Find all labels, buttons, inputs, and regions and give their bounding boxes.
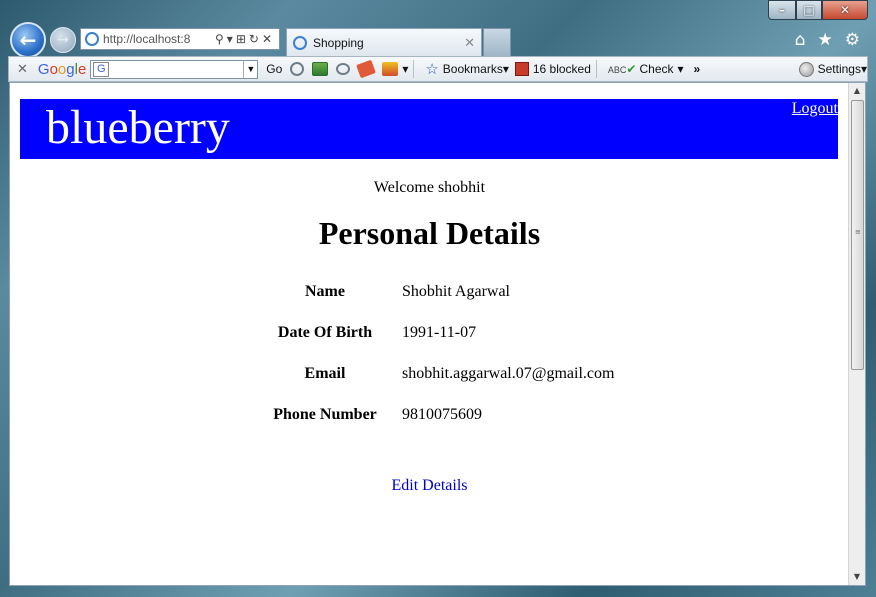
scrollbar-thumb[interactable]: ≡ [851, 100, 864, 370]
tab-shopping[interactable]: Shopping ✕ [286, 28, 482, 56]
detail-label: Name [305, 283, 345, 300]
toolbar-separator [413, 60, 415, 78]
google-search-input[interactable]: G ▼ [90, 59, 259, 79]
more-tools-dropdown-icon[interactable]: ▾ [402, 62, 408, 76]
page-viewport: blueberry Logout Welcome shobhit Persona… [9, 82, 866, 586]
settings-button[interactable]: Settings [818, 62, 861, 76]
window-controls: – □ ✕ [768, 0, 868, 22]
toolbar-overflow-button[interactable]: » [694, 62, 701, 76]
table-row: Date Of Birth 1991-11-07 [260, 320, 614, 361]
check-button[interactable]: Check [639, 62, 673, 76]
close-icon: ✕ [839, 3, 851, 17]
google-g-icon: G [93, 61, 110, 77]
bookmarks-dropdown-icon[interactable]: ▾ [503, 62, 509, 76]
tab-label: Shopping [313, 35, 364, 50]
detail-label: Phone Number [273, 406, 377, 423]
settings-dropdown-icon[interactable]: ▾ [861, 62, 867, 76]
popup-blocked-count[interactable]: 16 blocked [533, 62, 591, 76]
toolbar-separator-2 [595, 60, 597, 78]
navigation-bar: ← → http://localhost:8 ⚲▾⊞↻✕ Shopping ✕ … [0, 22, 876, 58]
favorites-star-icon[interactable]: ★ [818, 30, 833, 50]
address-tools-icons[interactable]: ⚲▾⊞↻✕ [215, 32, 279, 46]
table-row: Name Shobhit Agarwal [260, 279, 614, 320]
address-bar[interactable]: http://localhost:8 ⚲▾⊞↻✕ [80, 28, 280, 50]
minimize-icon: – [779, 3, 785, 17]
toolbar-close-icon[interactable]: ✕ [17, 61, 28, 77]
magnifier-icon[interactable] [290, 62, 305, 76]
forward-button[interactable]: → [50, 27, 76, 53]
ie-page-icon [85, 32, 99, 46]
bookmarks-button[interactable]: Bookmarks [443, 62, 503, 76]
browser-right-icons: ⌂ ★ ⚙ [795, 30, 860, 50]
maximize-button[interactable]: □ [796, 0, 822, 20]
check-dropdown-icon[interactable]: ▾ [678, 62, 684, 76]
ie-tab-icon [293, 35, 307, 50]
welcome-message: Welcome shobhit [373, 179, 486, 196]
back-button[interactable]: ← [10, 22, 46, 58]
detail-label: Email [304, 365, 346, 382]
detail-value: 1991-11-07 [402, 324, 477, 341]
site-brand: blueberry [46, 101, 230, 154]
image-search-icon[interactable] [312, 62, 329, 76]
table-row: Email shobhit.aggarwal.07@gmail.com [260, 361, 615, 402]
address-url[interactable]: http://localhost:8 [103, 32, 215, 46]
tab-close-icon[interactable]: ✕ [464, 35, 475, 51]
tag-icon[interactable] [356, 59, 377, 79]
page-title: Personal Details [318, 215, 541, 251]
scroll-down-arrow-icon[interactable]: ▼ [849, 569, 865, 585]
puzzle-icon[interactable] [382, 62, 399, 76]
google-logo: Google [37, 60, 87, 78]
back-arrow-icon: ← [19, 28, 37, 52]
bookmarks-star-icon: ☆ [425, 61, 439, 78]
web-page: blueberry Logout Welcome shobhit Persona… [10, 83, 849, 585]
vertical-scrollbar[interactable]: ▲ ≡ ▼ [848, 83, 865, 585]
table-row: Phone Number 9810075609 [260, 402, 614, 443]
detail-label: Date Of Birth [277, 324, 373, 341]
minimize-button[interactable]: – [768, 0, 796, 20]
detail-value: 9810075609 [402, 406, 482, 423]
logout-link[interactable]: Logout [792, 100, 838, 118]
new-tab-button[interactable] [483, 28, 511, 56]
edit-details-link[interactable]: Edit Details [10, 477, 849, 495]
search-dropdown-icon[interactable]: ▼ [243, 60, 257, 78]
detail-value: Shobhit Agarwal [402, 283, 510, 300]
forward-arrow-icon: → [57, 32, 69, 48]
chat-icon[interactable] [336, 63, 351, 75]
settings-icon [798, 61, 814, 77]
maximize-icon: □ [803, 3, 815, 17]
scroll-up-arrow-icon[interactable]: ▲ [849, 83, 865, 99]
google-toolbar: ✕ Google G ▼ Go ▾ ☆ Bookmarks ▾ 16 blocke… [8, 56, 868, 82]
site-banner: blueberry Logout [20, 99, 838, 159]
home-icon[interactable]: ⌂ [795, 30, 806, 50]
detail-value: shobhit.aggarwal.07@gmail.com [402, 365, 615, 382]
close-window-button[interactable]: ✕ [822, 0, 868, 20]
personal-details-table: Name Shobhit Agarwal Date Of Birth 1991-… [260, 279, 614, 443]
go-button[interactable]: Go [266, 62, 282, 76]
popup-blocker-icon [514, 62, 529, 76]
grip-icon: ≡ [855, 228, 861, 236]
spellcheck-icon: ABC✔ [607, 62, 637, 76]
gear-icon[interactable]: ⚙ [845, 30, 860, 50]
